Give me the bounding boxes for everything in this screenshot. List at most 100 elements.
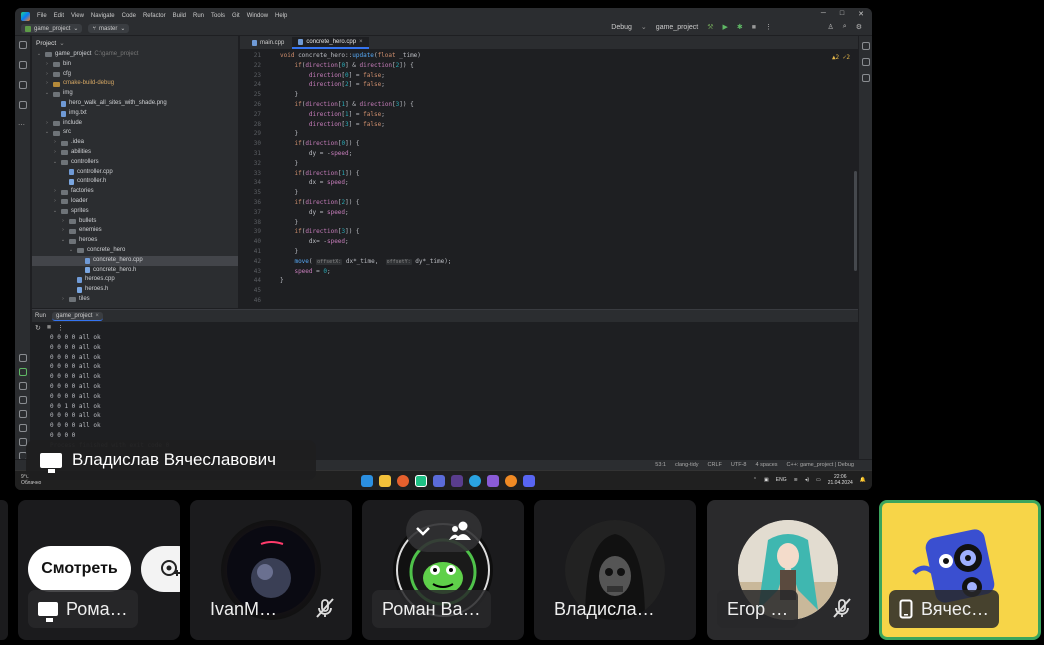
status-item[interactable]: UTF-8 — [731, 462, 747, 468]
menu-git[interactable]: Git — [232, 13, 240, 19]
commit-tool-icon[interactable] — [19, 61, 27, 69]
participant-tile[interactable]: Смотреть Рома… — [18, 500, 180, 640]
chevron-right-icon[interactable]: › — [44, 79, 50, 89]
structure-tool-icon[interactable] — [19, 81, 27, 89]
maximize-icon[interactable]: □ — [840, 10, 844, 18]
code-line[interactable]: } — [280, 188, 840, 198]
python-console-icon[interactable] — [19, 382, 27, 390]
shared-screen[interactable]: File Edit View Navigate Code Refactor Bu… — [15, 8, 872, 490]
branch-widget[interactable]: ⑂ master ⌄ — [88, 24, 130, 33]
tree-folder[interactable]: › bin — [32, 60, 238, 70]
menu-tools[interactable]: Tools — [211, 13, 225, 19]
code-line[interactable]: } — [280, 90, 840, 100]
code-line[interactable]: } — [280, 276, 840, 286]
chevron-right-icon[interactable]: › — [52, 148, 58, 158]
code-line[interactable] — [280, 296, 840, 306]
tree-folder[interactable]: ⌄ img — [32, 89, 238, 99]
menu-refactor[interactable]: Refactor — [143, 13, 166, 19]
code-line[interactable]: direction[2] = false; — [280, 80, 840, 90]
project-panel-header[interactable]: Project ⌄ — [32, 36, 238, 50]
tree-folder[interactable]: ⌄ src — [32, 128, 238, 138]
tree-file[interactable]: concrete_hero.cpp — [32, 255, 238, 266]
chevron-right-icon[interactable]: › — [60, 226, 66, 236]
participant-tile[interactable]: IvanM… — [190, 500, 352, 640]
gear-icon[interactable]: ⚙ — [856, 23, 862, 31]
obs-icon[interactable] — [451, 475, 463, 487]
menu-code[interactable]: Code — [122, 13, 136, 19]
stop-icon[interactable]: ■ — [752, 24, 756, 31]
chevron-right-icon[interactable]: › — [52, 138, 58, 148]
code-line[interactable]: dy = -speed; — [280, 149, 840, 159]
participant-tile-active[interactable]: Вячес… — [879, 500, 1041, 640]
bell-icon[interactable]: 🔔 — [860, 477, 866, 483]
tree-file[interactable]: controller.cpp — [32, 168, 238, 178]
language-indicator[interactable]: ENG — [776, 477, 787, 483]
inspection-widget[interactable]: ▲2 ✓2 — [832, 54, 850, 61]
app-icon[interactable] — [433, 475, 445, 487]
rerun-icon[interactable]: ↻ — [35, 324, 41, 332]
tree-folder[interactable]: › loader — [32, 197, 238, 207]
tree-folder[interactable]: › bullets — [32, 217, 238, 227]
tree-file[interactable]: hero_walk_all_sites_with_shade.png — [32, 99, 238, 109]
tree-file[interactable]: concrete_hero.h — [32, 266, 238, 276]
database-icon[interactable] — [862, 74, 870, 82]
tab-main-cpp[interactable]: main.cpp — [246, 37, 290, 49]
services-tool-icon[interactable] — [19, 424, 27, 432]
chevron-right-icon[interactable]: › — [44, 60, 50, 70]
tree-file[interactable]: img.txt — [32, 109, 238, 119]
code-line[interactable]: direction[3] = false; — [280, 120, 840, 130]
battery-icon[interactable]: ▭ — [816, 477, 821, 483]
menu-file[interactable]: File — [37, 13, 47, 19]
watch-button[interactable]: Смотреть — [28, 546, 131, 592]
status-item[interactable]: CRLF — [708, 462, 722, 468]
speaker-icon[interactable]: ◂) — [805, 477, 809, 483]
chevron-down-icon[interactable]: ⌄ — [52, 158, 58, 168]
run-tab[interactable]: game_project × — [52, 311, 103, 321]
code-line[interactable]: } — [280, 247, 840, 257]
browser-icon[interactable] — [505, 475, 517, 487]
tree-folder[interactable]: › .idea — [32, 138, 238, 148]
run-tool-icon[interactable] — [19, 368, 27, 376]
profile-icon[interactable]: ♙ — [828, 23, 834, 31]
participants-icon[interactable] — [448, 520, 474, 542]
tree-folder[interactable]: › tiles — [32, 295, 238, 305]
code-editor[interactable]: main.cpp concrete_hero.cpp × 21 22 23 24 25 26… — [240, 36, 858, 308]
code-line[interactable]: if(direction[2]) { — [280, 198, 840, 208]
chevron-right-icon[interactable]: › — [44, 119, 50, 129]
tree-folder[interactable]: › cmake-build-debug — [32, 79, 238, 89]
clock[interactable]: 22:06 21.04.2024 — [828, 474, 853, 486]
code-line[interactable]: if(direction[1]) { — [280, 169, 840, 179]
tree-folder[interactable]: ⌄ concrete_hero — [32, 246, 238, 256]
participant-tile[interactable]: Владисла… — [534, 500, 696, 640]
search-icon[interactable]: ⌕ — [843, 23, 847, 31]
tree-file[interactable]: heroes.h — [32, 285, 238, 295]
build-icon[interactable]: ⚒ — [707, 23, 713, 31]
config-target[interactable]: game_project — [656, 24, 698, 31]
firefox-icon[interactable] — [397, 475, 409, 487]
participant-tile[interactable]: Егор … — [707, 500, 869, 640]
code-lines[interactable]: void concrete_hero::update(float _time) … — [280, 51, 840, 306]
status-item[interactable]: 53:1 — [655, 462, 666, 468]
close-tab-icon[interactable]: × — [359, 39, 363, 45]
tree-folder[interactable]: ⌄ game_project C:\game_project — [32, 50, 238, 60]
chevron-down-icon[interactable]: ⌄ — [44, 128, 50, 138]
tree-folder[interactable]: › abilities — [32, 148, 238, 158]
minimize-icon[interactable]: ─ — [821, 10, 826, 18]
chevron-right-icon[interactable]: › — [44, 70, 50, 80]
ai-assistant-icon[interactable] — [862, 58, 870, 66]
terminal-tool-icon[interactable] — [19, 410, 27, 418]
chevron-down-icon[interactable]: ⌄ — [60, 236, 66, 246]
wifi-icon[interactable]: ≋ — [794, 477, 798, 483]
chevron-right-icon[interactable]: › — [60, 295, 66, 305]
chevron-up-icon[interactable]: ⌃ — [753, 477, 757, 483]
chevron-down-icon[interactable]: ⌄ — [36, 50, 42, 60]
status-item[interactable]: 4 spaces — [756, 462, 778, 468]
chevron-down-icon[interactable]: ⌄ — [52, 207, 58, 217]
code-line[interactable]: move( offsetX: dx*_time, offsetY: dy*_ti… — [280, 257, 840, 267]
discord-icon[interactable] — [523, 475, 535, 487]
tree-folder[interactable]: ⌄ controllers — [32, 158, 238, 168]
chevron-down-icon[interactable]: ⌄ — [44, 89, 50, 99]
close-icon[interactable]: ✕ — [858, 10, 864, 18]
cmake-tool-icon[interactable] — [19, 354, 27, 362]
notifications-icon[interactable] — [862, 42, 870, 50]
